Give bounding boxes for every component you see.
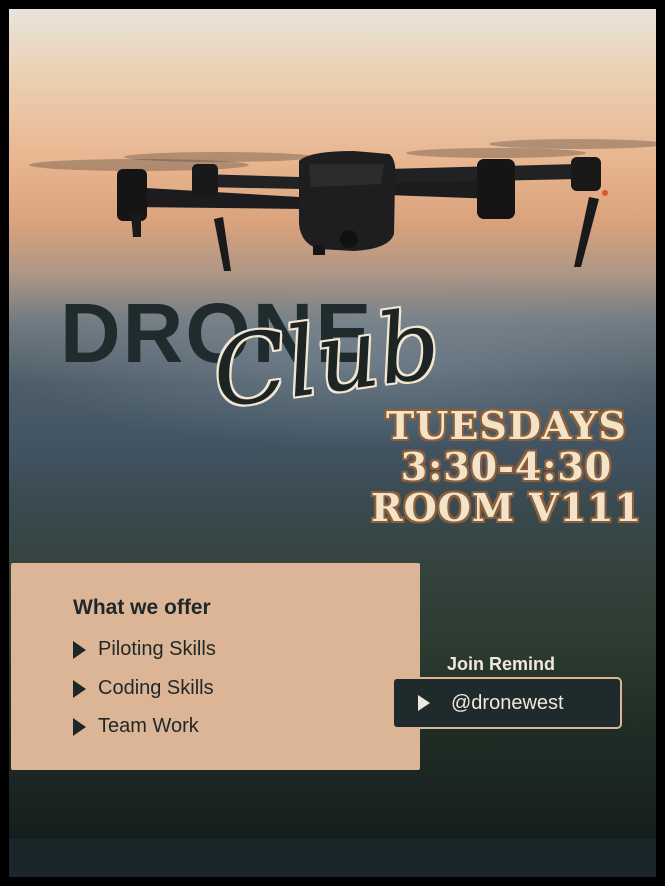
join-remind-label: Join Remind <box>447 654 556 674</box>
offer-item-label: Piloting Skills <box>98 638 216 660</box>
chevron-right-icon <box>418 695 430 711</box>
drone-image <box>29 139 656 271</box>
offer-item: Coding Skills <box>73 677 214 700</box>
chevron-right-icon <box>73 640 86 659</box>
remind-handle-box: @dronewest <box>392 677 622 729</box>
offer-item-label: Coding Skills <box>98 677 214 699</box>
remind-handle: @dronewest <box>451 691 564 714</box>
chevron-right-icon <box>73 717 86 736</box>
drone-club-poster: DRONE Club TUESDAYS 3:30-4:30 ROOM V111 … <box>0 0 665 886</box>
offer-heading: What we offer <box>73 596 211 619</box>
schedule-day: TUESDAYS <box>386 403 627 448</box>
offer-item: Piloting Skills <box>73 638 216 661</box>
offer-item-label: Team Work <box>98 715 199 737</box>
schedule-time: 3:30-4:30 <box>400 444 613 489</box>
schedule-room: ROOM V111 <box>371 485 642 530</box>
chevron-right-icon <box>73 679 86 698</box>
bottom-band <box>9 839 656 877</box>
meeting-schedule: TUESDAYS 3:30-4:30 ROOM V111 <box>364 405 649 528</box>
offer-card: What we offer Piloting Skills Coding Ski… <box>11 563 420 770</box>
offer-item: Team Work <box>73 715 199 738</box>
